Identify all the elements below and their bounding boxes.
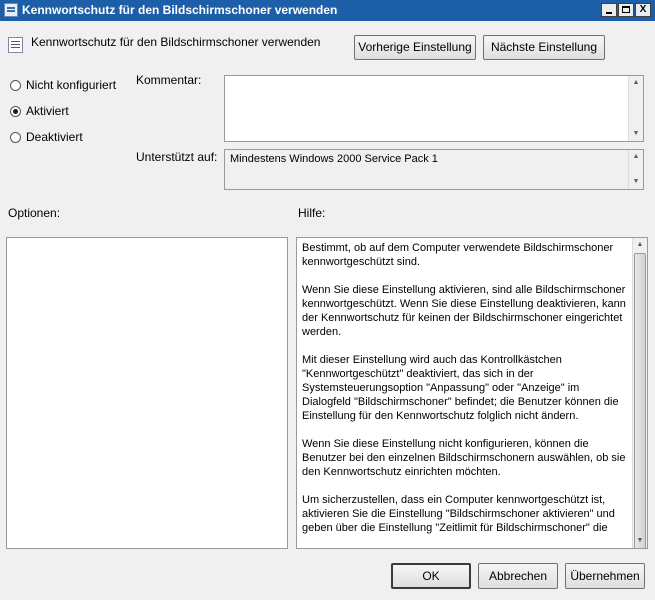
help-paragraph: Wenn Sie diese Einstellung aktivieren, s… [302, 284, 626, 338]
scroll-down-icon[interactable]: ▼ [629, 127, 643, 141]
setting-icon [8, 37, 23, 53]
minimize-icon [606, 12, 612, 14]
radio-button-icon[interactable] [10, 132, 21, 143]
cancel-button[interactable]: Abbrechen [478, 563, 558, 589]
maximize-button[interactable] [618, 3, 634, 17]
radio-label: Deaktiviert [26, 130, 83, 144]
title-bar[interactable]: Kennwortschutz für den Bildschirmschoner… [0, 0, 655, 21]
window-title: Kennwortschutz für den Bildschirmschoner… [22, 3, 338, 17]
scroll-down-icon[interactable]: ▼ [629, 175, 643, 189]
supported-scrollbar[interactable]: ▲ ▼ [628, 150, 643, 189]
ok-button[interactable]: OK [391, 563, 471, 589]
scroll-up-icon[interactable]: ▲ [629, 76, 643, 90]
help-paragraph: Mit dieser Einstellung wird auch das Kon… [302, 354, 619, 422]
radio-button-selected-icon[interactable] [10, 106, 21, 117]
help-paragraph: Um sicherzustellen, dass ein Computer ke… [302, 494, 615, 534]
help-scrollbar[interactable]: ▲ ▼ [632, 238, 647, 548]
options-label: Optionen: [8, 206, 61, 220]
apply-button[interactable]: Übernehmen [565, 563, 645, 589]
radio-button-icon[interactable] [10, 80, 21, 91]
setting-name: Kennwortschutz für den Bildschirmschoner… [31, 35, 321, 49]
previous-setting-button[interactable]: Vorherige Einstellung [354, 35, 476, 60]
comment-textarea[interactable]: ▲ ▼ [224, 75, 644, 142]
policy-setting-icon [4, 3, 18, 17]
next-setting-button[interactable]: Nächste Einstellung [483, 35, 605, 60]
help-paragraph: Bestimmt, ob auf dem Computer verwendete… [302, 242, 614, 268]
close-button[interactable]: X [635, 3, 651, 17]
scroll-up-icon[interactable]: ▲ [629, 150, 643, 164]
radio-label: Nicht konfiguriert [26, 78, 117, 92]
comment-scrollbar[interactable]: ▲ ▼ [628, 76, 643, 141]
comment-label: Kommentar: [136, 73, 202, 87]
scroll-up-icon[interactable]: ▲ [633, 238, 647, 252]
close-icon: X [639, 4, 647, 15]
help-panel[interactable]: Bestimmt, ob auf dem Computer verwendete… [296, 237, 648, 549]
supported-on-label: Unterstützt auf: [136, 150, 218, 164]
scrollbar-thumb[interactable] [634, 253, 646, 548]
options-panel [6, 237, 288, 549]
maximize-icon [622, 6, 630, 13]
minimize-button[interactable] [601, 3, 617, 17]
help-paragraph: Wenn Sie diese Einstellung nicht konfigu… [302, 438, 626, 478]
help-text: Bestimmt, ob auf dem Computer verwendete… [302, 241, 630, 548]
scroll-down-icon[interactable]: ▼ [633, 534, 647, 548]
radio-label: Aktiviert [26, 104, 69, 118]
supported-on-field: Mindestens Windows 2000 Service Pack 1 ▲… [224, 149, 644, 190]
help-label: Hilfe: [298, 206, 326, 220]
supported-on-value: Mindestens Windows 2000 Service Pack 1 [230, 153, 438, 165]
